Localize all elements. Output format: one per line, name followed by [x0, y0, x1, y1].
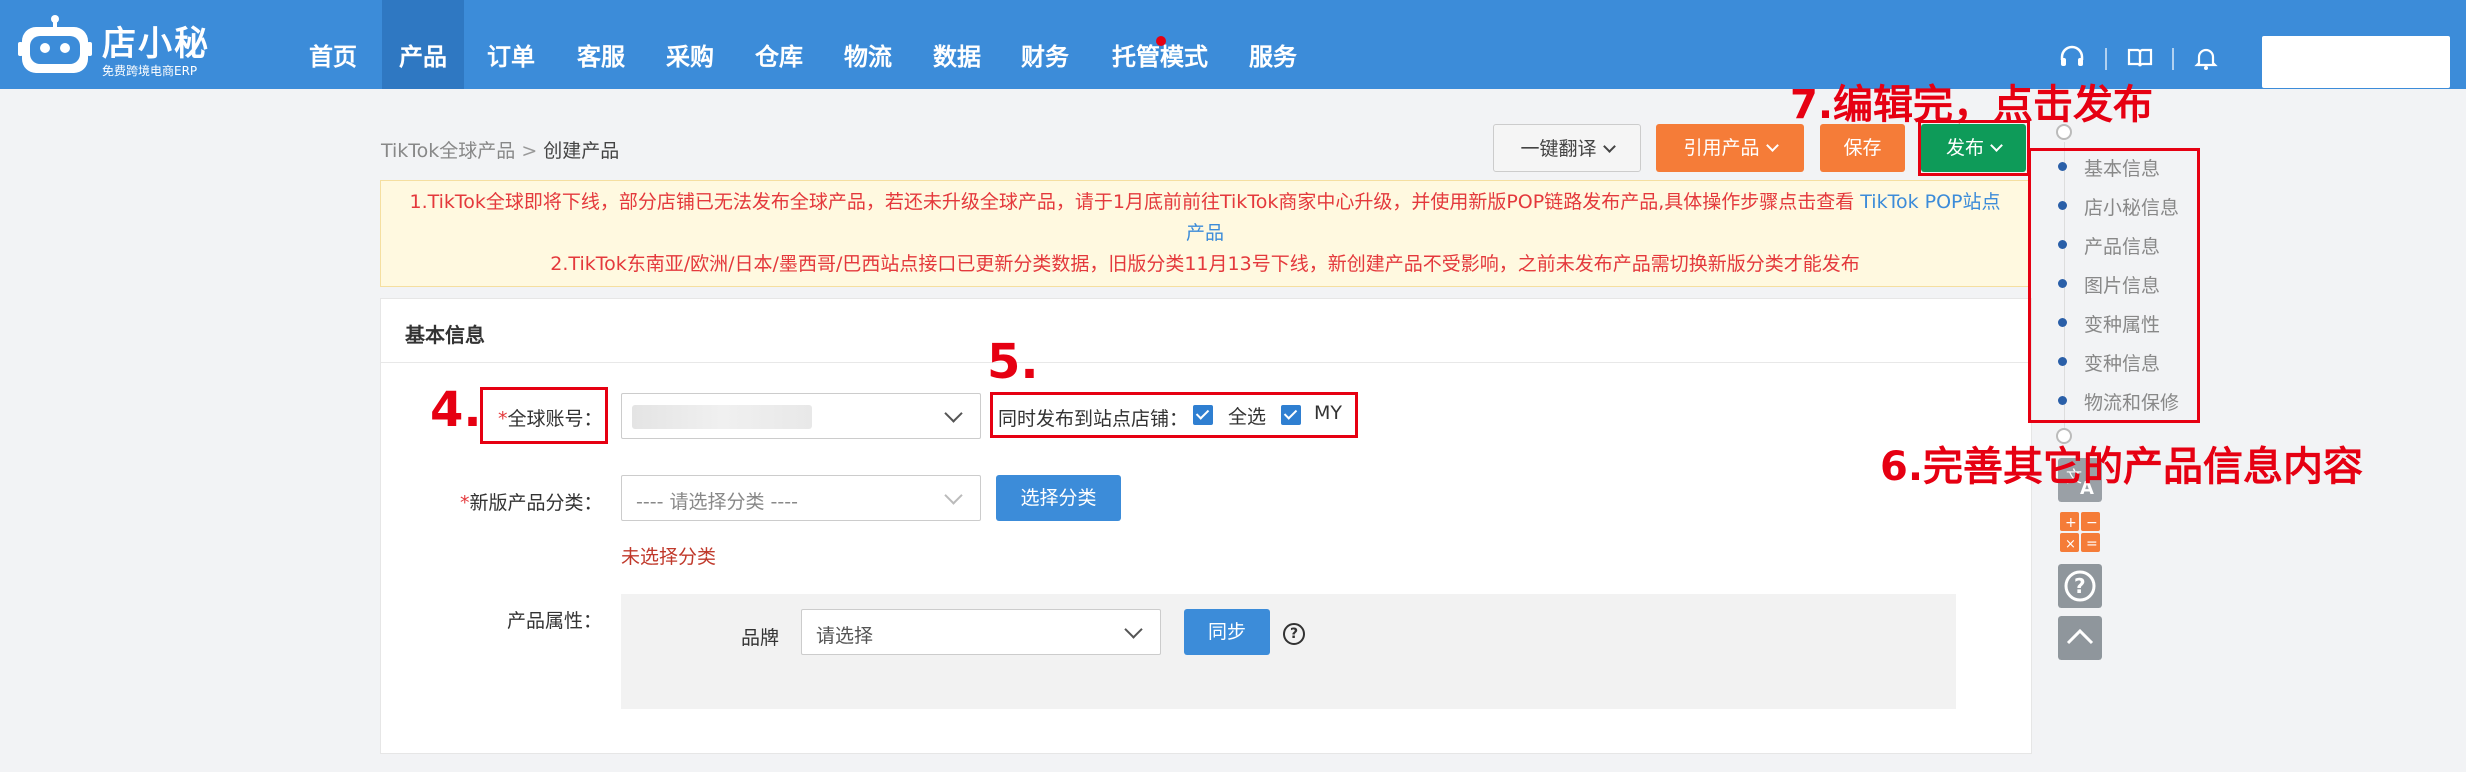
notice-line-2: 2.TikTok东南亚/欧洲/日本/墨西哥/巴西站点接口已更新分类数据，旧版分类…	[550, 253, 1860, 275]
global-account-select[interactable]	[621, 393, 981, 439]
annotation-step-4: 4.	[430, 382, 482, 438]
brand-select[interactable]: 请选择	[801, 609, 1161, 655]
panel-header: 基本信息	[381, 299, 2031, 363]
nav-item-home[interactable]: 首页	[296, 0, 370, 89]
sync-brand-button[interactable]: 同步	[1184, 609, 1270, 655]
help-icon[interactable]: ?	[1283, 623, 1305, 645]
translate-button-label: 一键翻译	[1520, 138, 1597, 160]
chevron-down-icon	[944, 486, 963, 505]
annotation-box-sync	[990, 392, 1358, 438]
svg-text:×: ×	[2065, 537, 2076, 552]
nav-item-services[interactable]: 服务	[1236, 0, 1310, 89]
logo-title: 店小秘	[102, 24, 210, 64]
nav-item-orders[interactable]: 订单	[474, 0, 548, 89]
breadcrumb-parent[interactable]: TikTok全球产品	[381, 140, 515, 162]
logo[interactable]: 店小秘 免费跨境电商ERP	[18, 10, 218, 80]
book-icon[interactable]	[2126, 44, 2154, 72]
nav-item-products[interactable]: 产品	[382, 0, 464, 89]
save-button[interactable]: 保存	[1820, 124, 1905, 172]
category-placeholder: ---- 请选择分类 ----	[636, 491, 798, 513]
svg-text:?: ?	[2074, 574, 2086, 598]
robot-logo-icon	[18, 15, 92, 73]
breadcrumb-current: 创建产品	[543, 140, 620, 162]
notice-link[interactable]: TikTok POP站点	[1860, 191, 2000, 213]
notice-banner: 1.TikTok全球即将下线，部分店铺已无法发布全球产品，若还未升级全球产品，请…	[380, 180, 2030, 287]
nav-item-warehouse[interactable]: 仓库	[742, 0, 816, 89]
nav-item-finance[interactable]: 财务	[1008, 0, 1082, 89]
help-circle-icon[interactable]: ?	[2058, 564, 2102, 608]
svg-text:−: −	[2086, 515, 2098, 531]
nav-item-logistics[interactable]: 物流	[831, 0, 905, 89]
back-to-top-icon[interactable]	[2058, 616, 2102, 660]
toolbar-separator	[2172, 48, 2174, 70]
section-title: 基本信息	[405, 323, 485, 347]
one-click-translate-button[interactable]: 一键翻译	[1493, 124, 1641, 172]
notice-line-1-text: 1.TikTok全球即将下线，部分店铺已无法发布全球产品，若还未升级全球产品，请…	[409, 191, 1855, 213]
svg-text:+: +	[2065, 515, 2077, 531]
chevron-down-icon	[1124, 620, 1143, 639]
user-account-box[interactable]	[2262, 36, 2450, 88]
annotation-step-5: 5.	[987, 334, 1039, 390]
nav-item-customer-service[interactable]: 客服	[564, 0, 638, 89]
attributes-label: 产品属性：	[507, 610, 603, 632]
annotation-box-account	[480, 387, 608, 444]
category-label-text: 新版产品分类：	[469, 492, 603, 514]
notice-link-continued[interactable]: 产品	[1186, 222, 1224, 244]
brand-label: 品牌	[741, 627, 780, 649]
headset-icon[interactable]	[2058, 44, 2086, 72]
annotation-step-7: 7.编辑完，点击发布	[1790, 82, 2154, 128]
svg-text:=: =	[2086, 536, 2098, 552]
notification-dot	[1156, 36, 1166, 46]
category-error-text: 未选择分类	[621, 546, 717, 568]
calculator-icon[interactable]: + − × =	[2058, 510, 2102, 554]
category-select[interactable]: ---- 请选择分类 ----	[621, 475, 981, 521]
cite-button-label: 引用产品	[1683, 137, 1760, 159]
brand-placeholder: 请选择	[816, 625, 874, 647]
annotation-box-right-nav	[2028, 148, 2200, 423]
notice-line-1: 1.TikTok全球即将下线，部分店铺已无法发布全球产品，若还未升级全球产品，请…	[381, 187, 2029, 218]
nav-item-purchasing[interactable]: 采购	[653, 0, 727, 89]
nav-item-data[interactable]: 数据	[920, 0, 994, 89]
annotation-step-6: 6.完善其它的产品信息内容	[1880, 444, 2364, 490]
bell-icon[interactable]	[2192, 44, 2220, 72]
toolbar-separator	[2105, 48, 2107, 70]
breadcrumb: TikTok全球产品 > 创建产品	[381, 136, 619, 163]
cite-product-button[interactable]: 引用产品	[1656, 124, 1804, 172]
breadcrumb-separator: >	[521, 140, 538, 162]
choose-category-button[interactable]: 选择分类	[996, 475, 1121, 521]
chevron-down-icon	[944, 404, 963, 423]
logo-subtitle: 免费跨境电商ERP	[102, 64, 198, 78]
category-label: *新版产品分类：	[460, 492, 603, 514]
blurred-account-value	[632, 405, 812, 429]
